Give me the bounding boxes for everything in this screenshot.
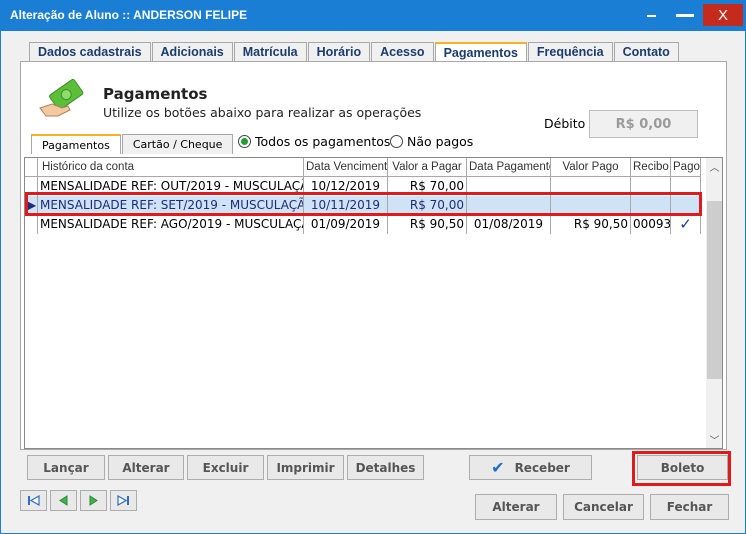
cell-historico: MENSALIDADE REF: AGO/2019 - MUSCULAÇÃO bbox=[38, 215, 304, 234]
prev-record-icon bbox=[59, 495, 68, 506]
sub-tabs: Pagamentos Cartão / Cheque bbox=[31, 134, 234, 154]
detalhes-button[interactable]: Detalhes bbox=[347, 455, 424, 480]
radio-todos-label: Todos os pagamentos bbox=[255, 134, 391, 149]
close-button[interactable]: X bbox=[703, 4, 743, 26]
scroll-thumb[interactable] bbox=[707, 201, 722, 379]
fechar-button[interactable]: Fechar bbox=[650, 494, 729, 520]
cell-recibo: 00093 bbox=[631, 215, 671, 234]
nav-next-button[interactable] bbox=[80, 490, 107, 511]
paid-check-icon: ✓ bbox=[671, 215, 701, 234]
check-icon: ✔ bbox=[491, 458, 505, 477]
header-pago[interactable]: Pago bbox=[671, 158, 701, 177]
grid-scrollbar[interactable]: ︿ ﹀ bbox=[706, 158, 722, 448]
header-valor-pago[interactable]: Valor Pago bbox=[551, 158, 631, 177]
subtab-pagamentos[interactable]: Pagamentos bbox=[31, 134, 121, 154]
maximize-icon bbox=[676, 14, 694, 17]
radio-checked-icon bbox=[238, 135, 251, 148]
lancar-button[interactable]: Lançar bbox=[27, 455, 105, 480]
boleto-highlight bbox=[632, 451, 731, 486]
nav-first-button[interactable] bbox=[20, 490, 47, 511]
header-historico[interactable]: Histórico da conta bbox=[38, 158, 304, 177]
cell-vencimento: 01/09/2019 bbox=[304, 215, 388, 234]
tab-contato[interactable]: Contato bbox=[613, 42, 679, 62]
scroll-up-icon[interactable]: ︿ bbox=[706, 158, 722, 175]
nav-last-button[interactable] bbox=[110, 490, 137, 511]
tab-pagamentos[interactable]: Pagamentos bbox=[434, 42, 527, 63]
page-title: Pagamentos bbox=[103, 85, 208, 103]
cell-valor-pago: R$ 90,50 bbox=[551, 215, 631, 234]
tab-acesso[interactable]: Acesso bbox=[371, 42, 434, 62]
header-data-pagamento[interactable]: Data Pagamento bbox=[467, 158, 551, 177]
window-title: Alteração de Aluno :: ANDERSON FELIPE bbox=[10, 8, 248, 22]
receber-label: Receber bbox=[514, 460, 570, 475]
header-valor-pagar[interactable]: Valor a Pagar bbox=[388, 158, 467, 177]
header-recibo[interactable]: Recibo bbox=[631, 158, 671, 177]
minimize-icon bbox=[646, 14, 656, 17]
grid-header: Histórico da conta Data Vencimento Valor… bbox=[25, 158, 701, 177]
header-indicator bbox=[25, 158, 38, 177]
debito-value: R$ 0,00 bbox=[589, 110, 698, 138]
table-row[interactable]: MENSALIDADE REF: AGO/2019 - MUSCULAÇÃO 0… bbox=[25, 215, 701, 234]
header-vencimento[interactable]: Data Vencimento bbox=[304, 158, 388, 177]
next-record-icon bbox=[89, 495, 98, 506]
tab-horario[interactable]: Horário bbox=[307, 42, 371, 62]
imprimir-button[interactable]: Imprimir bbox=[267, 455, 344, 480]
tab-adicionais[interactable]: Adicionais bbox=[151, 42, 233, 62]
nav-prev-button[interactable] bbox=[50, 490, 77, 511]
radio-todos-pagamentos[interactable]: Todos os pagamentos bbox=[238, 134, 390, 149]
cell-pagamento: 01/08/2019 bbox=[467, 215, 551, 234]
last-record-icon bbox=[117, 495, 129, 506]
page-subtitle: Utilize os botões abaixo para realizar a… bbox=[103, 105, 422, 120]
receber-button[interactable]: ✔ Receber bbox=[469, 455, 592, 480]
main-tabs: Dados cadastrais Adicionais Matrícula Ho… bbox=[29, 42, 680, 63]
alterar-button[interactable]: Alterar bbox=[475, 494, 557, 520]
alterar-grid-button[interactable]: Alterar bbox=[108, 455, 184, 480]
radio-nao-pagos[interactable]: Não pagos bbox=[390, 134, 473, 149]
title-bar: Alteração de Aluno :: ANDERSON FELIPE X bbox=[0, 0, 746, 31]
maximize-button[interactable] bbox=[665, 0, 705, 31]
radio-nao-pagos-label: Não pagos bbox=[407, 134, 474, 149]
excluir-button[interactable]: Excluir bbox=[187, 455, 264, 480]
money-hand-icon bbox=[39, 78, 84, 117]
tab-matricula[interactable]: Matrícula bbox=[233, 42, 307, 62]
cell-valor: R$ 90,50 bbox=[388, 215, 467, 234]
scroll-down-icon[interactable]: ﹀ bbox=[706, 431, 722, 448]
row-indicator bbox=[25, 215, 38, 234]
subtab-cartao-cheque[interactable]: Cartão / Cheque bbox=[121, 134, 234, 154]
debito-label: Débito bbox=[544, 116, 586, 131]
first-record-icon bbox=[28, 495, 40, 506]
cancelar-button[interactable]: Cancelar bbox=[563, 494, 644, 520]
radio-unchecked-icon bbox=[390, 135, 403, 148]
tab-frequencia[interactable]: Frequência bbox=[527, 42, 613, 62]
selected-row-highlight bbox=[25, 192, 702, 216]
tab-dados-cadastrais[interactable]: Dados cadastrais bbox=[29, 42, 151, 62]
